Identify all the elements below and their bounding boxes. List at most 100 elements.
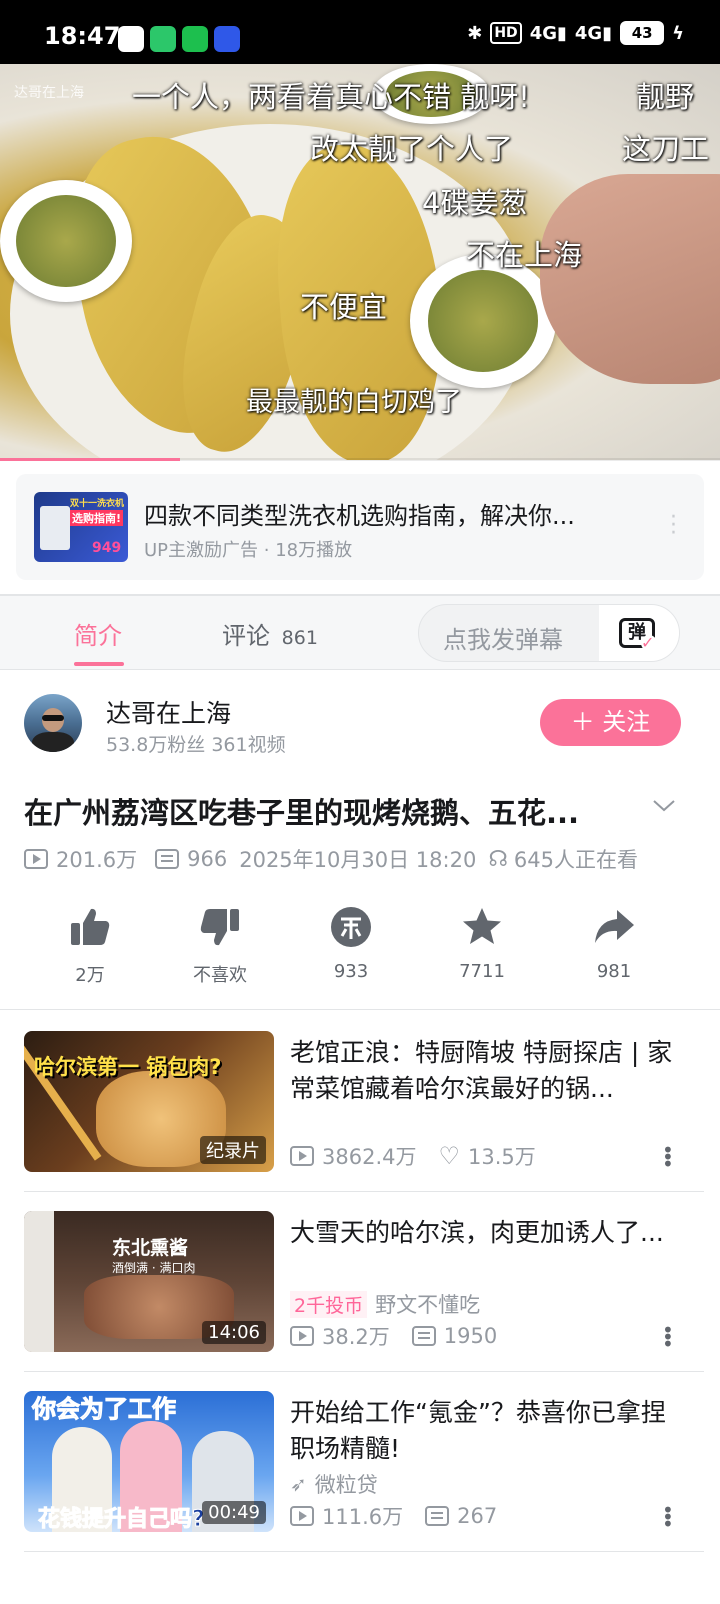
- thumb-caption: 哈尔滨第一 锅包肉?: [34, 1055, 222, 1079]
- tabs-row: 简介 评论 861 点我发弹幕 弹 ✓: [0, 596, 720, 670]
- more-options-icon[interactable]: · · ·: [670, 507, 677, 545]
- tab-comments-label: 评论: [222, 622, 270, 650]
- thumb-caption-top: 你会为了工作: [32, 1395, 177, 1424]
- hd-icon: HD: [490, 22, 522, 44]
- cup-app-icon: [214, 26, 240, 52]
- avatar[interactable]: [24, 694, 82, 752]
- video-title: 老馆正浪：特厨隋坡 特厨探店 | 家常菜馆藏着哈尔滨最好的锅...: [290, 1038, 673, 1103]
- thumb-up-icon: [71, 908, 110, 945]
- share-icon: [595, 910, 634, 943]
- tab-indicator: [74, 662, 124, 666]
- follow-button[interactable]: ＋ 关注: [540, 699, 681, 746]
- hand-image: [540, 174, 720, 384]
- danmaku-text: 不便宜: [300, 290, 388, 324]
- danmaku-input[interactable]: 点我发弹幕 弹 ✓: [418, 604, 680, 662]
- charging-icon: ϟ: [672, 22, 684, 44]
- favorite-button[interactable]: 7711: [442, 905, 522, 982]
- coin-icon: [331, 907, 371, 947]
- author-name: 微粒贷: [314, 1473, 378, 1497]
- divider: [24, 1551, 704, 1552]
- ad-thumb-price: 949: [92, 540, 122, 556]
- ad-thumbnail: 双十一洗衣机 选购指南! 949: [34, 492, 128, 562]
- video-thumbnail: 你会为了工作 花钱提升自己吗? 00:49: [24, 1391, 274, 1532]
- video-badge: 纪录片: [200, 1136, 266, 1164]
- view-count: 38.2万: [322, 1325, 390, 1349]
- video-watermark: 达哥在上海: [14, 85, 84, 101]
- share-count: 981: [596, 961, 632, 982]
- chevron-down-icon[interactable]: [652, 794, 676, 818]
- thumb-caption: 东北熏酱: [112, 1237, 189, 1259]
- video-thumbnail: 东北熏酱 酒倒满 · 满口肉 14:06: [24, 1211, 274, 1352]
- danmaku-count: 267: [457, 1504, 498, 1528]
- ad-subtitle: UP主激励广告 · 18万播放: [144, 540, 353, 561]
- danmaku-text: 靓野: [636, 80, 695, 114]
- view-count: 201.6万: [56, 848, 138, 872]
- danmaku-text: 这刀工: [622, 132, 710, 166]
- tab-comments[interactable]: 评论 861: [222, 616, 318, 651]
- danmaku-count-icon: [155, 849, 180, 869]
- watching-icon: ☊: [488, 846, 508, 872]
- coin-button[interactable]: 933: [311, 905, 391, 982]
- list-item[interactable]: 你会为了工作 花钱提升自己吗? 00:49 开始给工作“氪金”？恭喜你已拿捏职场…: [0, 1391, 720, 1571]
- ad-thumb-line1: 双十一洗衣机: [70, 499, 125, 509]
- video-author-line: 2千投币 野文不懂吃: [290, 1289, 480, 1319]
- divider: [24, 1371, 704, 1372]
- view-count: 3862.4万: [322, 1145, 417, 1169]
- publish-date: 2025年10月30日 18:20: [239, 848, 477, 872]
- thumb-caption-bottom: 花钱提升自己吗?: [38, 1507, 206, 1533]
- video-progress-bar[interactable]: [0, 458, 720, 461]
- heart-icon: ♡: [438, 1142, 460, 1170]
- favorite-count: 7711: [459, 961, 505, 982]
- danmaku-count: 966: [187, 847, 228, 871]
- coin-count: 933: [333, 961, 369, 982]
- washing-machine-icon: [40, 506, 70, 550]
- ad-card[interactable]: 双十一洗衣机 选购指南! 949 四款不同类型洗衣机选购指南，解决你... UP…: [16, 474, 704, 580]
- danmaku-count-icon: [425, 1506, 450, 1526]
- iqiyi-app-icon: [182, 26, 208, 52]
- video-subtitle: 最最靓的白切鸡了: [246, 387, 462, 418]
- danmaku-text: 不在上海: [466, 238, 583, 272]
- more-options-icon[interactable]: • • •: [662, 1320, 674, 1354]
- author-name: 野文不懂吃: [375, 1293, 481, 1317]
- danmaku-text: 改太靓了个人了: [310, 132, 514, 166]
- video-duration: 00:49: [202, 1501, 266, 1524]
- video-app-icon: [150, 26, 176, 52]
- video-title: 在广州荔湾区吃巷子里的现烤烧鹅、五花...: [24, 796, 580, 830]
- more-options-icon[interactable]: • • •: [662, 1500, 674, 1534]
- list-item[interactable]: 哈尔滨第一 锅包肉? 纪录片 老馆正浪：特厨隋坡 特厨探店 | 家常菜馆藏着哈尔…: [0, 1031, 720, 1211]
- divider: [0, 1009, 720, 1010]
- star-icon: [463, 908, 501, 944]
- video-progress-fill: [0, 458, 180, 461]
- sauce-bowl-2: [410, 254, 556, 388]
- dislike-button[interactable]: 不喜欢: [180, 905, 260, 987]
- like-count: 13.5万: [468, 1145, 536, 1169]
- video-title: 大雪天的哈尔滨，肉更加诱人了...: [290, 1218, 664, 1247]
- video-duration: 14:06: [202, 1321, 266, 1344]
- danmaku-count: 1950: [443, 1324, 498, 1348]
- video-player[interactable]: 达哥在上海 一个人，两看着真心不错 靓呀! 靓野 改太靓了个人了 这刀工 4碟姜…: [0, 64, 720, 460]
- list-item[interactable]: 东北熏酱 酒倒满 · 满口肉 14:06 大雪天的哈尔滨，肉更加诱人了... 2…: [0, 1211, 720, 1391]
- like-button[interactable]: 2万: [50, 905, 130, 987]
- more-options-icon[interactable]: • • •: [662, 1140, 674, 1174]
- danmaku-toggle-button[interactable]: 弹 ✓: [599, 605, 679, 661]
- play-count-icon: [290, 1146, 314, 1166]
- divider: [24, 1191, 704, 1192]
- danmaku-text: 4碟姜葱: [422, 186, 528, 220]
- signal-4g-icon-1: 4G ▮: [529, 22, 567, 44]
- tab-comments-count: 861: [281, 627, 318, 649]
- battery-icon: 43: [620, 21, 665, 45]
- play-count-icon: [290, 1506, 314, 1526]
- share-button[interactable]: 981: [574, 905, 654, 982]
- uploader-name[interactable]: 达哥在上海: [106, 694, 231, 730]
- thumb-down-icon: [200, 909, 239, 946]
- bluetooth-icon: ✱: [467, 22, 483, 44]
- video-stats: 38.2万 1950: [290, 1321, 497, 1351]
- tab-intro[interactable]: 简介: [74, 616, 122, 651]
- watching-count: 645人正在看: [513, 848, 638, 872]
- status-time: 18:47: [44, 22, 121, 50]
- baidu-app-icon: [118, 26, 144, 52]
- play-count-icon: [290, 1326, 314, 1346]
- person-image: [24, 1211, 54, 1352]
- video-author-line: ➶ 微粒贷: [290, 1469, 378, 1499]
- ad-rocket-icon: ➶: [290, 1472, 307, 1496]
